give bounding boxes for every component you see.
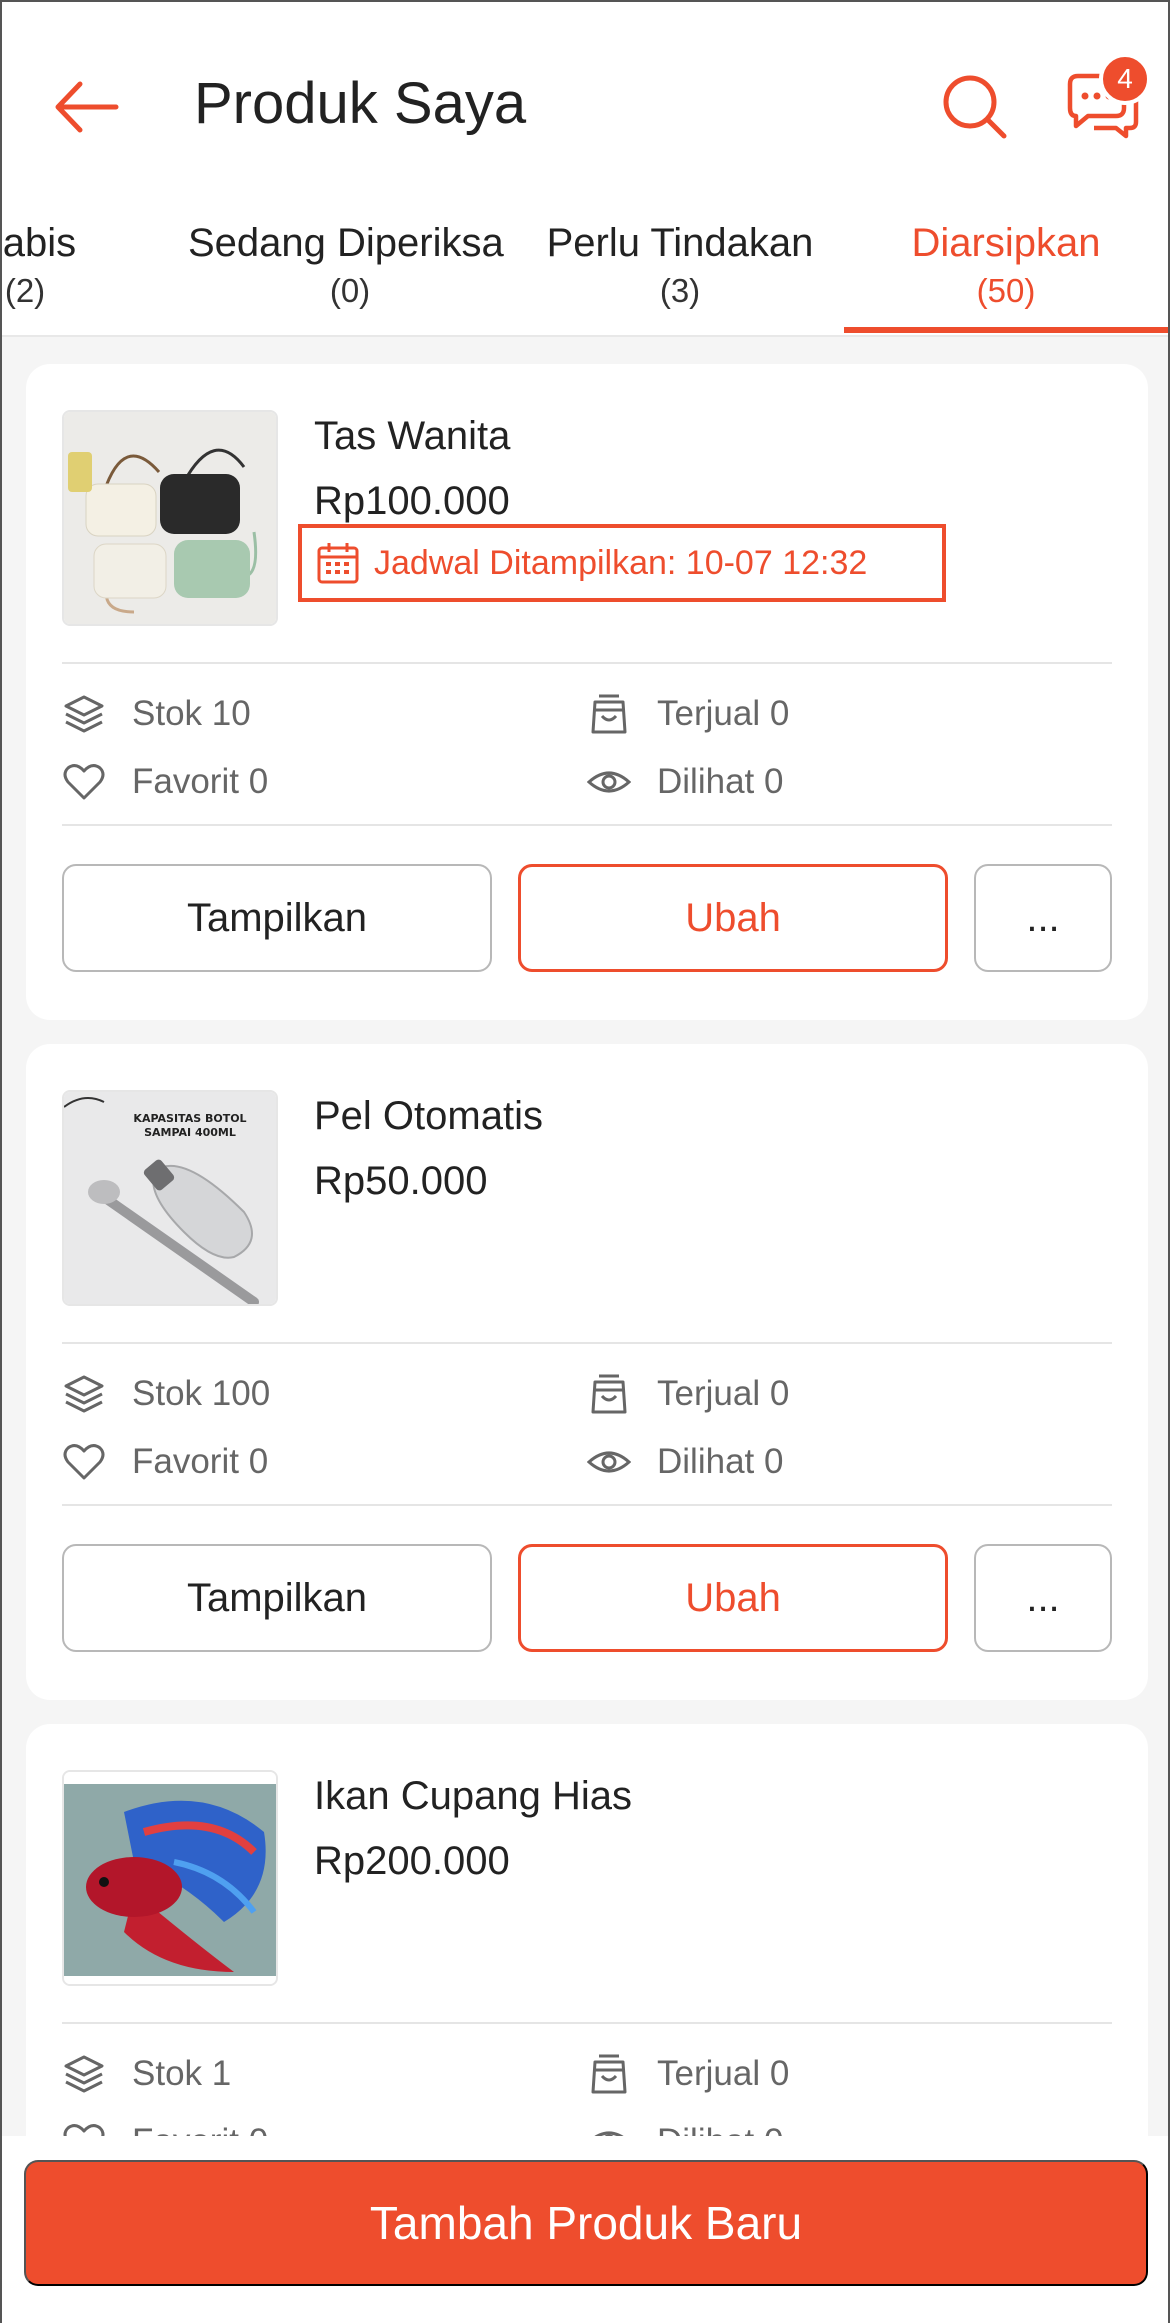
search-button[interactable] <box>940 72 1010 142</box>
add-product-button[interactable]: Tambah Produk Baru <box>24 2160 1148 2286</box>
edit-button[interactable]: Ubah <box>518 1544 948 1652</box>
product-thumbnail[interactable]: KAPASITAS BOTOL SAMPAI 400ML <box>62 1090 278 1306</box>
eye-icon <box>587 771 631 793</box>
mop-photo: KAPASITAS BOTOL SAMPAI 400ML <box>64 1092 276 1304</box>
product-thumbnail[interactable] <box>62 1770 278 1986</box>
bottom-action-bar: Tambah Produk Baru <box>2 2136 1168 2323</box>
tab-count: (2) <box>4 272 46 309</box>
sold-text: Terjual 0 <box>657 694 790 733</box>
layers-icon <box>64 2055 104 2093</box>
heart-icon <box>63 764 105 800</box>
views-text: Dilihat 0 <box>657 1442 784 1481</box>
tab-label: Perlu Tindakan <box>546 221 814 265</box>
more-button[interactable]: ... <box>974 864 1112 972</box>
show-button[interactable]: Tampilkan <box>62 1544 492 1652</box>
calendar-icon <box>317 543 359 584</box>
product-card: Tas Wanita Rp100.000 Jadwal Ditampilkan:… <box>26 364 1148 1020</box>
edit-button[interactable]: Ubah <box>518 864 948 972</box>
shopping-bag-icon <box>591 2054 627 2094</box>
stock-text: Stok 100 <box>132 1374 271 1413</box>
schedule-text: Jadwal Ditampilkan: 10-07 12:32 <box>374 543 868 582</box>
favorite-stat: Favorit 0 <box>62 1440 268 1484</box>
tab-perlu-tindakan[interactable]: Perlu Tindakan (3) <box>522 207 838 335</box>
stock-stat: Stok 100 <box>62 1372 270 1416</box>
layers-icon <box>64 1375 104 1413</box>
tab-label: Sedang Diperiksa <box>188 221 504 265</box>
sold-stat: Terjual 0 <box>587 1372 789 1416</box>
app-header: Produk Saya 4 <box>2 2 1168 207</box>
handbags-photo <box>64 412 276 624</box>
tab-count: (0) <box>329 272 371 309</box>
divider <box>62 1504 1112 1506</box>
divider <box>62 2022 1112 2024</box>
product-price: Rp100.000 <box>314 479 510 523</box>
divider <box>62 824 1112 826</box>
tab-label: Habis <box>2 221 77 265</box>
status-tabs: Habis (2) Sedang Diperiksa (0) Perlu Tin… <box>2 207 1168 337</box>
favorite-stat: Favorit 0 <box>62 760 268 804</box>
product-name[interactable]: Ikan Cupang Hias <box>314 1774 632 1819</box>
views-stat: Dilihat 0 <box>587 1440 783 1484</box>
sold-stat: Terjual 0 <box>587 692 789 736</box>
stock-stat: Stok 1 <box>62 2052 231 2096</box>
search-icon <box>943 75 1007 139</box>
display-schedule: Jadwal Ditampilkan: 10-07 12:32 <box>298 524 946 602</box>
divider <box>62 1342 1112 1344</box>
heart-icon <box>63 1444 105 1480</box>
eye-icon <box>587 1451 631 1473</box>
sold-text: Terjual 0 <box>657 1374 790 1413</box>
svg-text:SAMPAI 400ML: SAMPAI 400ML <box>144 1126 236 1139</box>
tab-count: (50) <box>976 272 1036 309</box>
stock-text: Stok 10 <box>132 694 251 733</box>
show-button[interactable]: Tampilkan <box>62 864 492 972</box>
page-title: Produk Saya <box>194 71 527 136</box>
tab-habis[interactable]: Habis (2) <box>2 207 90 335</box>
shopping-bag-icon <box>591 1374 627 1414</box>
sold-text: Terjual 0 <box>657 2054 790 2093</box>
action-row: Tampilkan Ubah ... <box>26 1544 1148 1652</box>
more-button[interactable]: ... <box>974 1544 1112 1652</box>
product-name[interactable]: Pel Otomatis <box>314 1094 543 1139</box>
views-stat: Dilihat 0 <box>587 760 783 804</box>
stock-stat: Stok 10 <box>62 692 251 736</box>
svg-text:KAPASITAS BOTOL: KAPASITAS BOTOL <box>133 1112 246 1125</box>
stock-text: Stok 1 <box>132 2054 232 2093</box>
back-button[interactable] <box>50 72 120 142</box>
tab-sedang-diperiksa[interactable]: Sedang Diperiksa (0) <box>180 207 520 335</box>
product-price: Rp50.000 <box>314 1159 488 1203</box>
product-card: KAPASITAS BOTOL SAMPAI 400ML Pel Otomati… <box>26 1044 1148 1700</box>
product-price: Rp200.000 <box>314 1839 510 1883</box>
chat-unread-badge: 4 <box>1099 53 1151 105</box>
product-name[interactable]: Tas Wanita <box>314 414 510 459</box>
active-tab-indicator <box>844 327 1168 333</box>
betta-fish-photo <box>64 1772 276 1984</box>
views-text: Dilihat 0 <box>657 762 784 801</box>
favorite-text: Favorit 0 <box>132 762 269 801</box>
sold-stat: Terjual 0 <box>587 2052 789 2096</box>
favorite-text: Favorit 0 <box>132 1442 269 1481</box>
shopping-bag-icon <box>591 694 627 734</box>
tab-count: (3) <box>659 272 701 309</box>
divider <box>62 662 1112 664</box>
layers-icon <box>64 695 104 733</box>
action-row: Tampilkan Ubah ... <box>26 864 1148 972</box>
arrow-left-icon <box>55 81 119 133</box>
tab-label: Diarsipkan <box>911 221 1101 265</box>
product-thumbnail[interactable] <box>62 410 278 626</box>
tab-diarsipkan[interactable]: Diarsipkan (50) <box>844 207 1168 335</box>
